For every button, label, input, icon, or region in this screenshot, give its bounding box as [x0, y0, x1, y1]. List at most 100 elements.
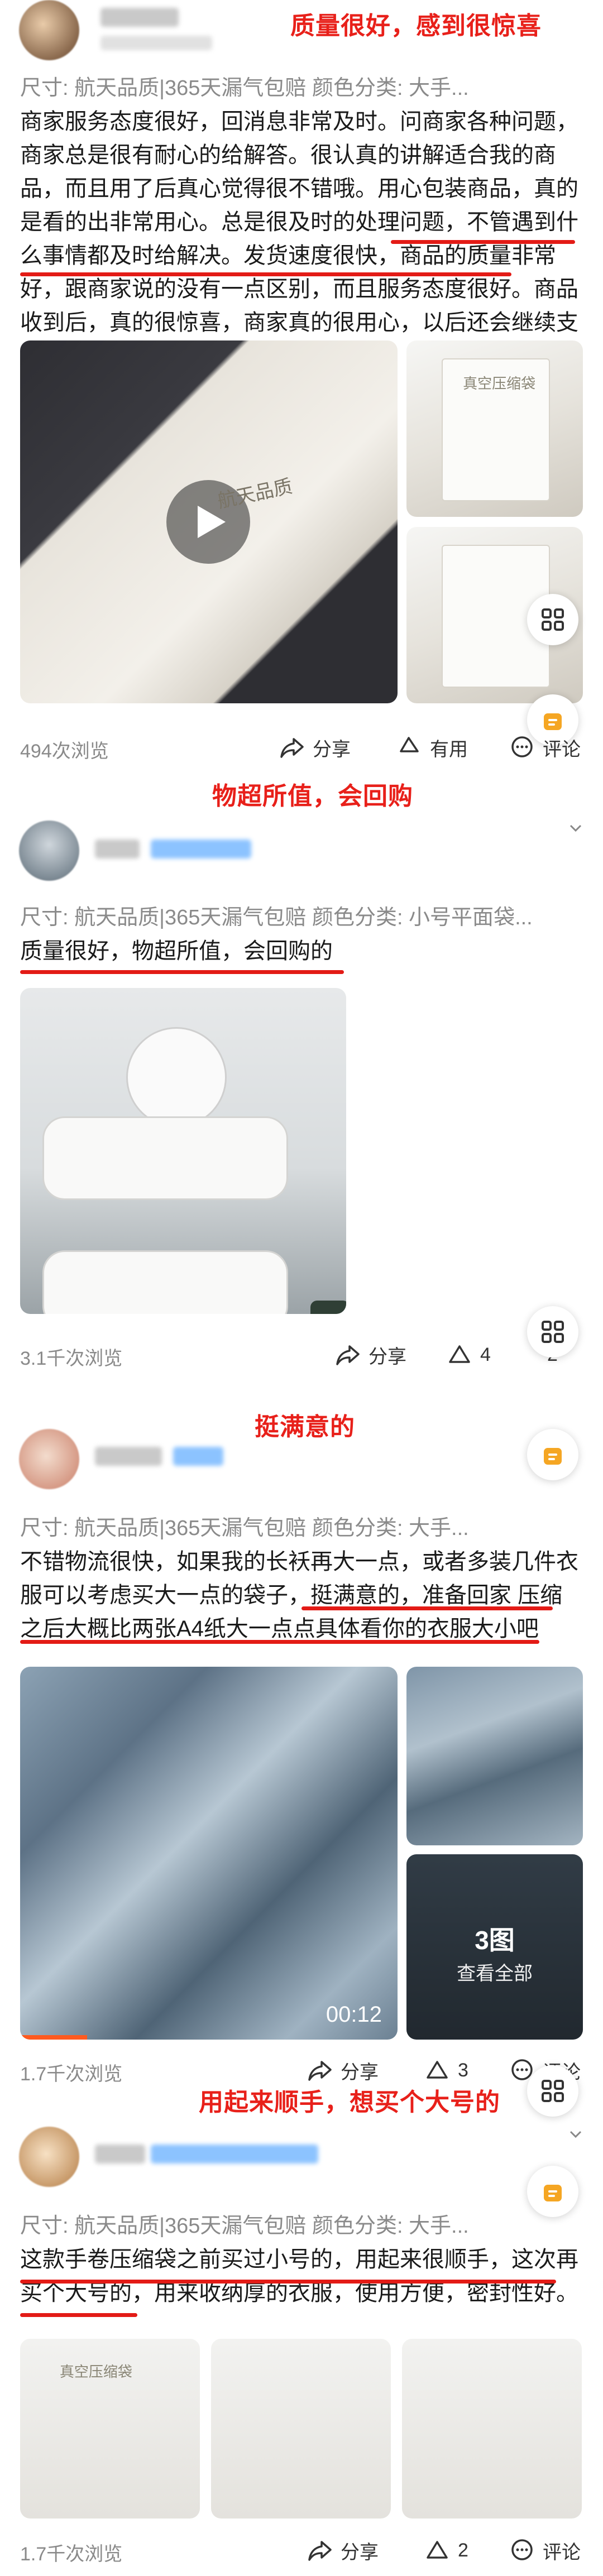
review-video-thumbnail[interactable]: 00:12: [20, 1667, 398, 2040]
review-header: [0, 2127, 603, 2194]
shopping-bag-icon: [544, 2185, 562, 2201]
avatar[interactable]: [19, 0, 79, 60]
share-button[interactable]: 分享: [307, 2536, 379, 2564]
highlight-underline: [20, 2313, 137, 2317]
highlight-underline: [20, 970, 344, 974]
review-header: [0, 1429, 603, 1496]
like-button[interactable]: 3: [424, 2056, 468, 2084]
triangle-like-icon: [427, 2541, 448, 2559]
view-count: 1.7千次浏览: [20, 2064, 123, 2085]
review-photo[interactable]: [406, 1667, 583, 1845]
shopping-bag-icon: [544, 1448, 562, 1465]
review-header: [0, 821, 603, 888]
review-text: 商家服务态度很好，回消息非常及时。问商家各种问题，商家总是很有耐心的给解答。很认…: [20, 109, 578, 368]
review-text: 这款手卷压缩袋之前买过小号的，用起来很顺手，这次再买个大号的，用来收纳厚的衣服，…: [20, 2247, 578, 2305]
share-button[interactable]: 分享: [279, 733, 351, 761]
review-caption: 质量很好，感到很惊喜: [290, 12, 542, 40]
share-button[interactable]: 分享: [335, 1341, 406, 1369]
review-photo[interactable]: [20, 988, 346, 1314]
spec-line: 尺寸: 航天品质|365天漏气包赔 颜色分类: 大手...: [20, 2214, 469, 2238]
avatar[interactable]: [19, 821, 79, 881]
share-icon: [280, 738, 304, 758]
like-count: 2: [458, 2539, 468, 2561]
grid-view-button[interactable]: [527, 2065, 578, 2117]
review-photo[interactable]: 真空压缩袋: [406, 340, 583, 517]
grid-icon: [542, 608, 564, 631]
review-photo[interactable]: 真空压缩袋: [20, 2339, 200, 2519]
triangle-like-icon: [427, 2061, 448, 2079]
share-label: 分享: [368, 1346, 406, 1368]
spec-line: 尺寸: 航天品质|365天漏气包赔 颜色分类: 大手...: [20, 1517, 469, 1540]
grid-view-button[interactable]: [527, 594, 578, 645]
avatar[interactable]: [19, 2127, 79, 2187]
suction-hook: [126, 1027, 227, 1128]
date-blurred: [100, 36, 212, 50]
bottle: [310, 1301, 346, 1314]
soap-dish-upper: [42, 1116, 288, 1200]
member-badge-blurred: [151, 840, 251, 858]
soap-dish-lower: [42, 1250, 288, 1314]
highlight-underline: [20, 1640, 539, 1644]
review-video-thumbnail[interactable]: 航天品质: [20, 340, 398, 703]
thumb-up-icon: [400, 737, 419, 752]
comment-button[interactable]: 评论: [509, 733, 581, 761]
review-photo[interactable]: [402, 2339, 582, 2519]
like-count: 4: [480, 1344, 491, 1365]
share-icon: [308, 2541, 332, 2561]
triangle-like-icon: [449, 1345, 470, 1363]
cart-float-button[interactable]: [527, 1429, 578, 1480]
highlight-underline: [20, 2280, 556, 2284]
comment-icon: [511, 2539, 533, 2560]
expand-chevron[interactable]: [568, 821, 583, 835]
comment-icon: [511, 736, 533, 757]
grid-icon: [542, 1321, 564, 1343]
review-photo[interactable]: [211, 2339, 391, 2519]
spec-line: 尺寸: 航天品质|365天漏气包赔 颜色分类: 小号平面袋...: [20, 906, 533, 929]
chevron-down-icon: [570, 2131, 582, 2138]
expand-chevron[interactable]: [568, 2127, 583, 2141]
review-header: 质量很好，感到很惊喜: [0, 0, 603, 67]
package-print: 航天品质: [215, 476, 294, 512]
username-blurred: [95, 2145, 145, 2164]
view-count: 494次浏览: [20, 741, 109, 762]
share-icon: [308, 2061, 332, 2081]
view-count: 3.1千次浏览: [20, 1348, 123, 1369]
view-count: 1.7千次浏览: [20, 2544, 123, 2565]
avatar[interactable]: [19, 1429, 79, 1489]
review-text: 质量很好，物超所值，会回购的: [20, 939, 333, 963]
chevron-down-icon: [570, 824, 582, 832]
username-blurred: [100, 8, 179, 27]
username-blurred: [95, 840, 140, 858]
view-all-photos[interactable]: 3图 查看全部: [406, 1854, 583, 2040]
share-label: 分享: [341, 2541, 379, 2563]
review-footer: 1.7千次浏览 分享 2 评论: [0, 2529, 603, 2573]
comment-label: 评论: [543, 2541, 581, 2563]
spec-line: 尺寸: 航天品质|365天漏气包赔 颜色分类: 大手...: [20, 76, 469, 100]
useful-label: 有用: [430, 738, 468, 760]
video-progress: [20, 2035, 87, 2040]
share-label: 分享: [341, 2061, 379, 2083]
like-button[interactable]: 4: [447, 1341, 491, 1369]
grid-view-button[interactable]: [527, 1306, 578, 1357]
review-text: 不错物流很快，如果我的长袄再大一点，或者多装几件衣服可以考虑买大一点的袋子，挺满…: [20, 1550, 578, 1641]
share-icon: [336, 1345, 360, 1365]
comment-button[interactable]: 评论: [509, 2536, 581, 2564]
member-badge-blurred: [173, 1447, 223, 1466]
share-button[interactable]: 分享: [307, 2056, 379, 2084]
package-print: 真空压缩袋: [463, 375, 536, 392]
member-badge-blurred: [151, 2145, 318, 2164]
package-print: 真空压缩袋: [59, 2363, 132, 2380]
grid-icon: [542, 2080, 564, 2102]
comment-label: 评论: [543, 738, 581, 760]
username-blurred: [95, 1447, 162, 1466]
review-footer: 494次浏览 分享 有用 评论: [0, 726, 603, 770]
useful-button[interactable]: 有用: [396, 733, 468, 761]
highlight-underline: [20, 272, 511, 276]
like-button[interactable]: 2: [424, 2536, 468, 2564]
video-duration: 00:12: [326, 2002, 382, 2027]
photo-count: 3图: [475, 1926, 515, 1955]
review-caption: 物超所值，会回购: [212, 783, 413, 810]
view-all-label: 查看全部: [457, 1963, 533, 1984]
review-footer: 3.1千次浏览 分享 4 2: [0, 1333, 603, 1378]
review-caption: 用起来顺手，想买个大号的: [199, 2089, 500, 2116]
